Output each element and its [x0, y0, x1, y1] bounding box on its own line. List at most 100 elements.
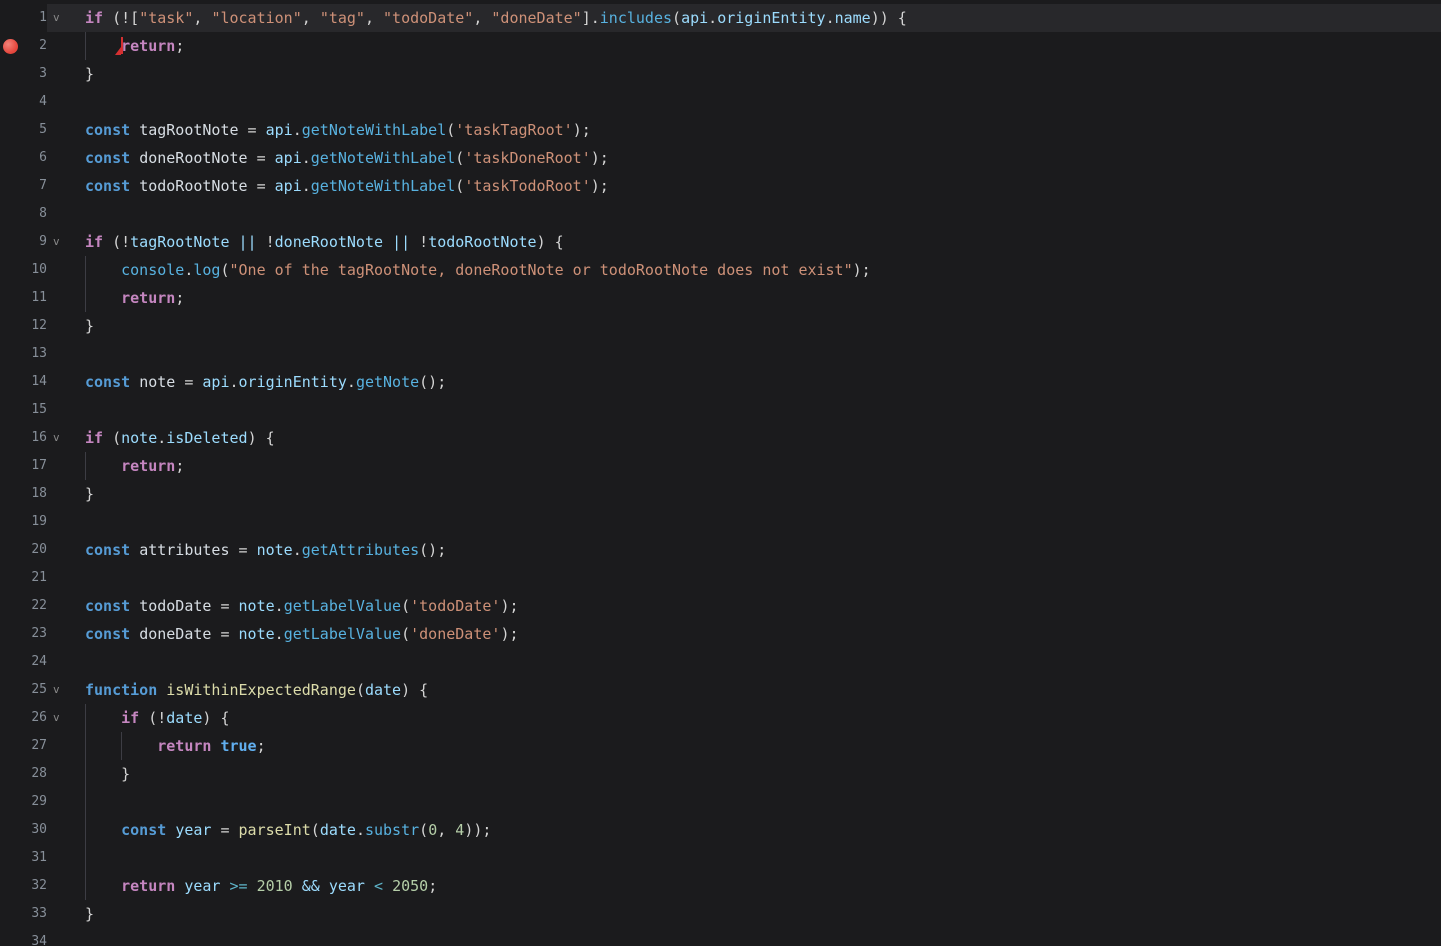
code-line[interactable]: 33} — [0, 900, 1441, 928]
code-line[interactable]: 26v if (!date) { — [0, 704, 1441, 732]
code-line-content[interactable]: return; — [47, 452, 1441, 480]
code-line[interactable]: 25vfunction isWithinExpectedRange(date) … — [0, 676, 1441, 704]
code-line-content[interactable]: const tagRootNote = api.getNoteWithLabel… — [47, 116, 1441, 144]
code-line[interactable]: 32 return year >= 2010 && year < 2050; — [0, 872, 1441, 900]
breakpoint-gutter[interactable] — [0, 676, 20, 704]
line-number[interactable]: 5 — [20, 116, 47, 144]
fold-chevron-down-icon[interactable]: v — [53, 706, 60, 730]
line-number[interactable]: 24 — [20, 648, 47, 676]
code-line-content[interactable]: const todoRootNote = api.getNoteWithLabe… — [47, 172, 1441, 200]
breakpoint-gutter[interactable] — [0, 256, 20, 284]
code-line[interactable]: 16vif (note.isDeleted) { — [0, 424, 1441, 452]
code-line-content[interactable] — [47, 648, 1441, 676]
code-line[interactable]: 17 return; — [0, 452, 1441, 480]
breakpoint-gutter[interactable] — [0, 844, 20, 872]
code-line[interactable]: 22const todoDate = note.getLabelValue('t… — [0, 592, 1441, 620]
code-line-content[interactable]: } — [47, 60, 1441, 88]
code-line[interactable]: 30 const year = parseInt(date.substr(0, … — [0, 816, 1441, 844]
breakpoint-gutter[interactable] — [0, 648, 20, 676]
line-number[interactable]: 25 — [20, 676, 47, 704]
line-number[interactable]: 3 — [20, 60, 47, 88]
code-line[interactable]: 19 — [0, 508, 1441, 536]
breakpoint-gutter[interactable] — [0, 732, 20, 760]
line-number[interactable]: 11 — [20, 284, 47, 312]
code-line-content[interactable]: const attributes = note.getAttributes(); — [47, 536, 1441, 564]
line-number[interactable]: 18 — [20, 480, 47, 508]
code-line-content[interactable]: return; — [47, 284, 1441, 312]
breakpoint-gutter[interactable] — [0, 144, 20, 172]
breakpoint-gutter[interactable] — [0, 396, 20, 424]
line-number[interactable]: 23 — [20, 620, 47, 648]
code-line-content[interactable] — [47, 928, 1441, 946]
breakpoint-gutter[interactable] — [0, 284, 20, 312]
code-line[interactable]: 28 } — [0, 760, 1441, 788]
code-line[interactable]: 11 return; — [0, 284, 1441, 312]
breakpoint-gutter[interactable] — [0, 424, 20, 452]
breakpoint-gutter[interactable] — [0, 452, 20, 480]
line-number[interactable]: 33 — [20, 900, 47, 928]
breakpoint-gutter[interactable] — [0, 88, 20, 116]
line-number[interactable]: 30 — [20, 816, 47, 844]
breakpoint-gutter[interactable] — [0, 228, 20, 256]
breakpoint-gutter[interactable] — [0, 788, 20, 816]
code-line-content[interactable] — [47, 564, 1441, 592]
code-line-content[interactable]: const year = parseInt(date.substr(0, 4))… — [47, 816, 1441, 844]
code-line[interactable]: 13 — [0, 340, 1441, 368]
breakpoint-gutter[interactable] — [0, 508, 20, 536]
code-line[interactable]: 2 return; — [0, 32, 1441, 60]
line-number[interactable]: 22 — [20, 592, 47, 620]
code-line-content[interactable]: vfunction isWithinExpectedRange(date) { — [47, 676, 1441, 704]
breakpoint-gutter[interactable] — [0, 704, 20, 732]
code-line-content[interactable]: vif (note.isDeleted) { — [47, 424, 1441, 452]
code-line-content[interactable] — [47, 844, 1441, 872]
breakpoint-gutter[interactable] — [0, 200, 20, 228]
code-line[interactable]: 20const attributes = note.getAttributes(… — [0, 536, 1441, 564]
breakpoint-gutter[interactable] — [0, 60, 20, 88]
line-number[interactable]: 31 — [20, 844, 47, 872]
code-line[interactable]: 29 — [0, 788, 1441, 816]
code-line[interactable]: 1vif (!["task", "location", "tag", "todo… — [0, 4, 1441, 32]
breakpoint-gutter[interactable] — [0, 816, 20, 844]
fold-chevron-down-icon[interactable]: v — [53, 230, 60, 254]
code-line[interactable]: 24 — [0, 648, 1441, 676]
breakpoint-gutter[interactable] — [0, 536, 20, 564]
code-line-content[interactable] — [47, 508, 1441, 536]
line-number[interactable]: 16 — [20, 424, 47, 452]
fold-chevron-down-icon[interactable]: v — [53, 6, 60, 30]
code-line[interactable]: 27 return true; — [0, 732, 1441, 760]
code-line-content[interactable]: } — [47, 760, 1441, 788]
code-line[interactable]: 15 — [0, 396, 1441, 424]
code-line[interactable]: 9vif (!tagRootNote || !doneRootNote || !… — [0, 228, 1441, 256]
line-number[interactable]: 17 — [20, 452, 47, 480]
line-number[interactable]: 28 — [20, 760, 47, 788]
code-line-content[interactable]: const note = api.originEntity.getNote(); — [47, 368, 1441, 396]
code-line-content[interactable]: console.log("One of the tagRootNote, don… — [47, 256, 1441, 284]
code-line-content[interactable]: } — [47, 900, 1441, 928]
code-area[interactable]: 1vif (!["task", "location", "tag", "todo… — [0, 0, 1441, 946]
breakpoint-gutter[interactable] — [0, 312, 20, 340]
fold-chevron-down-icon[interactable]: v — [53, 426, 60, 450]
line-number[interactable]: 6 — [20, 144, 47, 172]
line-number[interactable]: 8 — [20, 200, 47, 228]
line-number[interactable]: 27 — [20, 732, 47, 760]
code-line[interactable]: 31 — [0, 844, 1441, 872]
code-line-content[interactable]: } — [47, 480, 1441, 508]
code-line-content[interactable]: } — [47, 312, 1441, 340]
code-line[interactable]: 21 — [0, 564, 1441, 592]
code-line[interactable]: 23const doneDate = note.getLabelValue('d… — [0, 620, 1441, 648]
line-number[interactable]: 14 — [20, 368, 47, 396]
breakpoint-gutter[interactable] — [0, 4, 20, 32]
line-number[interactable]: 20 — [20, 536, 47, 564]
code-line[interactable]: 6const doneRootNote = api.getNoteWithLab… — [0, 144, 1441, 172]
breakpoint-icon[interactable] — [3, 39, 18, 54]
breakpoint-gutter[interactable] — [0, 564, 20, 592]
code-line[interactable]: 8 — [0, 200, 1441, 228]
code-line[interactable]: 12} — [0, 312, 1441, 340]
line-number[interactable]: 15 — [20, 396, 47, 424]
breakpoint-gutter[interactable] — [0, 900, 20, 928]
code-line-content[interactable] — [47, 788, 1441, 816]
line-number[interactable]: 26 — [20, 704, 47, 732]
code-line[interactable]: 3} — [0, 60, 1441, 88]
line-number[interactable]: 2 — [20, 32, 47, 60]
code-line[interactable]: 34 — [0, 928, 1441, 946]
